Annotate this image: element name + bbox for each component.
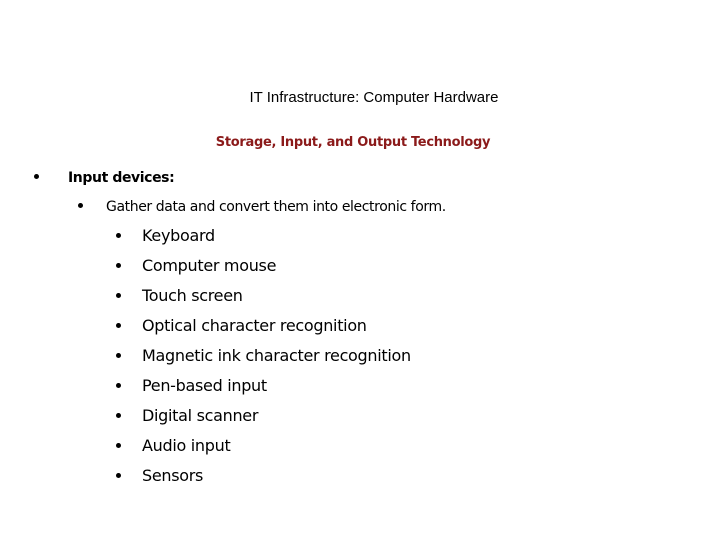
slide-subtitle: Storage, Input, and Output Technology [215, 135, 491, 150]
list-item: Touch screen [116, 285, 411, 315]
list-item-text: Computer mouse [142, 256, 277, 275]
list-item: Magnetic ink character recognition [116, 345, 411, 375]
list-item-text: Audio input [142, 436, 231, 455]
list-item-text: Keyboard [142, 226, 215, 245]
list-item-text: Magnetic ink character recognition [142, 346, 411, 365]
input-devices-list: Keyboard Computer mouse Touch screen Opt… [116, 225, 411, 495]
list-item: Keyboard [116, 225, 411, 255]
bullet-icon [116, 352, 121, 358]
list-item-text: Sensors [142, 466, 204, 485]
bullet-icon [34, 174, 39, 179]
list-item: Optical character recognition [116, 315, 411, 345]
list-item: Audio input [116, 435, 411, 465]
list-item-text: Digital scanner [142, 406, 259, 425]
bullet-icon [116, 442, 121, 448]
list-item: Pen-based input [116, 375, 411, 405]
bullet-icon [116, 262, 121, 268]
bullet-icon [116, 232, 121, 238]
bullet-level2: Gather data and convert them into electr… [78, 197, 446, 217]
bullet-level1-text: Input devices: [68, 170, 175, 186]
slide-title: IT Infrastructure: Computer Hardware [249, 89, 499, 106]
bullet-icon [116, 292, 121, 298]
bullet-icon [116, 472, 121, 478]
bullet-level1: Input devices: [34, 168, 175, 188]
bullet-icon [116, 322, 121, 328]
list-item: Computer mouse [116, 255, 411, 285]
list-item-text: Optical character recognition [142, 316, 367, 335]
list-item-text: Pen-based input [142, 376, 267, 395]
list-item-text: Touch screen [142, 286, 243, 305]
bullet-icon [116, 412, 121, 418]
bullet-icon [78, 203, 83, 208]
list-item: Digital scanner [116, 405, 411, 435]
bullet-level2-text: Gather data and convert them into electr… [106, 199, 446, 215]
list-item: Sensors [116, 465, 411, 495]
bullet-icon [116, 382, 121, 388]
